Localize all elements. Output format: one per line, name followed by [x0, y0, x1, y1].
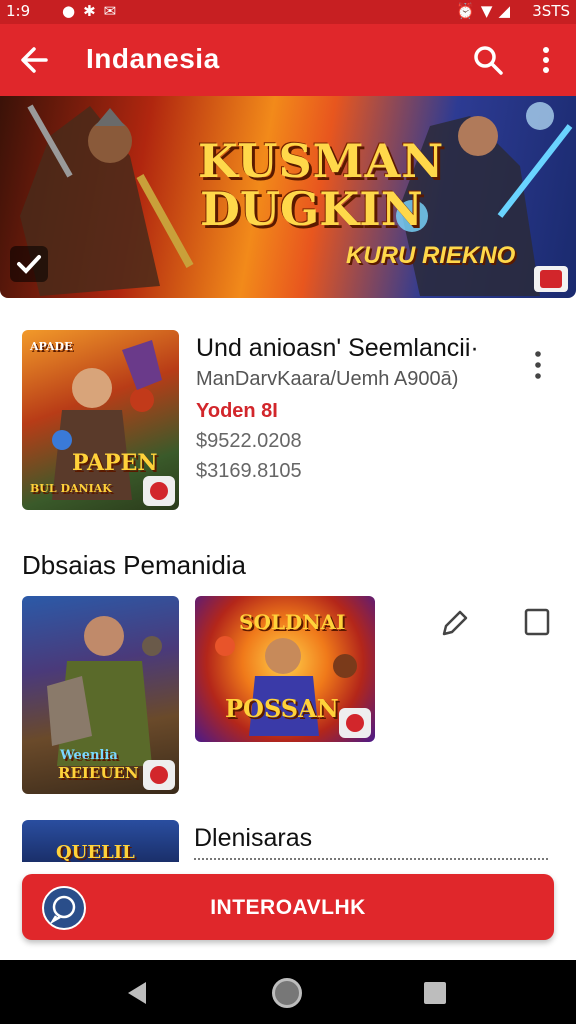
featured-thumb-badge — [143, 476, 175, 506]
hero-subtitle: KURU RIEKNO — [346, 242, 516, 269]
more-vert-icon — [543, 47, 549, 73]
bluetooth-icon: ✱ — [83, 2, 104, 20]
back-button[interactable] — [18, 40, 54, 80]
status-bar: 1:9 ●✱✉ ⏰▼◢ 3STS — [0, 0, 576, 24]
game-card-2[interactable]: SOLDNAI POSSAN — [195, 596, 375, 742]
wifi-icon: ▼ — [480, 2, 499, 20]
app-bar: Indanesia — [0, 24, 576, 96]
primary-action-button[interactable]: INTEROAVLHK — [22, 874, 554, 940]
status-right-icons: ⏰▼◢ — [456, 2, 516, 20]
game-card-2-text2: POSSAN — [225, 694, 339, 723]
select-button[interactable] — [522, 606, 552, 638]
edit-button[interactable] — [438, 604, 470, 640]
check-icon — [17, 255, 41, 274]
game-card-1-text2: REIEUEN — [58, 764, 139, 782]
signal-icon: ◢ — [498, 2, 516, 20]
status-left-icons: ●✱✉ — [62, 2, 124, 20]
more-options-button[interactable] — [532, 42, 560, 78]
alarm-icon: ⏰ — [456, 2, 481, 20]
featured-price-primary: $9522.0208 — [196, 430, 302, 452]
featured-subtitle: ManDarvKaara/Uemh A900ā) — [196, 368, 459, 390]
arrow-left-icon — [21, 47, 48, 73]
back-triangle-icon — [128, 982, 146, 1004]
game-card-2-badge — [339, 708, 371, 738]
hero-badge — [534, 266, 568, 292]
publisher-badge-icon — [540, 270, 562, 288]
partial-item-divider — [194, 858, 548, 862]
featured-thumbnail[interactable]: APADE PAPEN BUL DANIAK — [22, 330, 179, 510]
hero-title-line1: KUSMAN — [198, 134, 445, 188]
pencil-icon — [442, 610, 468, 636]
battery-text: 3STS — [532, 2, 570, 20]
status-time: 1:9 — [6, 2, 31, 20]
publisher-badge-icon — [150, 766, 168, 784]
circle-notification-icon: ● — [62, 2, 84, 20]
publisher-badge-icon — [346, 714, 364, 732]
nav-back-button[interactable] — [124, 980, 152, 1006]
featured-thumb-top-text: APADE — [30, 340, 73, 353]
hero-check-button[interactable] — [10, 246, 48, 282]
featured-thumb-bottom-text: BUL DANIAK — [30, 482, 112, 495]
search-button[interactable] — [470, 42, 506, 78]
partial-item-thumbnail[interactable]: QUELIL — [22, 820, 179, 862]
search-icon — [474, 46, 503, 75]
more-vert-icon — [535, 351, 541, 379]
featured-more-button[interactable] — [528, 348, 548, 382]
system-nav-bar — [0, 960, 576, 1024]
game-card-1[interactable]: Weenlia REIEUEN — [22, 596, 179, 794]
featured-title: Und anioasn' Seemlancii· — [196, 334, 479, 362]
home-circle-icon[interactable] — [272, 978, 302, 1008]
partial-item-title: Dlenisaras — [194, 824, 313, 852]
game-card-1-badge — [143, 760, 175, 790]
mail-icon: ✉ — [103, 2, 125, 20]
publisher-badge-icon — [150, 482, 168, 500]
hero-banner[interactable]: KUSMAN DUGKIN KURU RIEKNO — [0, 96, 576, 298]
checkbox-outline-icon — [524, 608, 550, 636]
featured-price-secondary: $3169.8105 — [196, 460, 302, 482]
section-title: Dbsaias Pemanidia — [22, 550, 247, 580]
game-card-2-text: SOLDNAI — [239, 610, 346, 634]
featured-tag: Yoden 8I — [196, 400, 278, 422]
hero-title-line2: DUGKIN — [200, 182, 423, 236]
game-card-1-text: Weenlia — [60, 748, 118, 763]
partial-thumb-text: QUELIL — [56, 842, 135, 862]
cta-label: INTEROAVLHK — [210, 896, 366, 919]
page-title: Indanesia — [86, 43, 220, 74]
featured-thumb-text: PAPEN — [72, 450, 158, 476]
recents-square-icon[interactable] — [424, 982, 446, 1004]
featured-item[interactable]: APADE PAPEN BUL DANIAK Und anioasn' Seem… — [22, 330, 554, 512]
